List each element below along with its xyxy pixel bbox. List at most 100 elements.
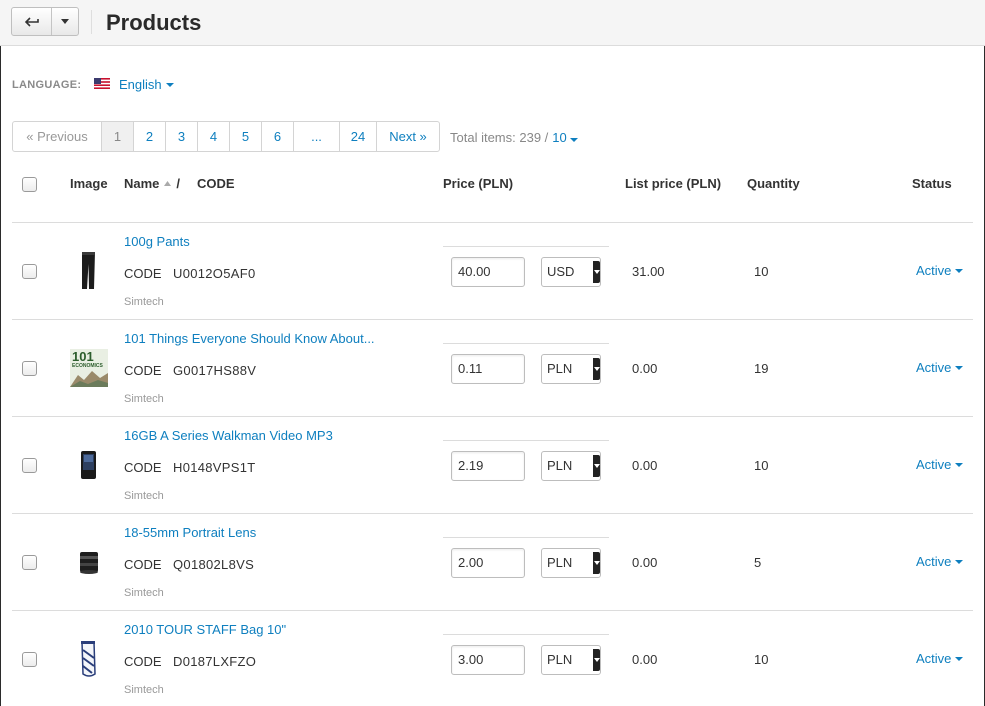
code-label: CODE [124,266,162,281]
chevron-down-icon [165,82,174,87]
code-label: CODE [124,363,162,378]
language-value: English [119,77,162,92]
toolbar-divider [91,10,92,34]
product-code: H0148VPS1T [173,460,256,475]
page-3[interactable]: 3 [165,122,197,151]
list-price: 0.00 [632,361,658,376]
status-dropdown[interactable]: Active [916,360,964,375]
price-divider [443,634,609,635]
top-toolbar: Products [0,0,985,46]
vendor-name: Simtech [124,393,164,405]
page-24[interactable]: 24 [339,122,376,151]
column-code[interactable]: CODE [197,176,235,191]
table-row: 100g Pants CODE U0012O5AF0 Simtech 40.00… [12,223,973,320]
product-code: Q01802L8VS [173,557,255,572]
price-input[interactable]: 3.00 [451,645,525,675]
page-1[interactable]: 1 [101,122,133,151]
product-name-link[interactable]: 2010 TOUR STAFF Bag 10" [124,622,286,637]
currency-value: USD [547,264,575,279]
back-button-group [11,7,79,36]
currency-select[interactable]: USD [541,257,601,287]
status-dropdown[interactable]: Active [916,457,964,472]
product-code: G0017HS88V [173,363,257,378]
status-label: Active [916,457,952,472]
product-image-walkman[interactable] [68,444,110,486]
per-page-dropdown[interactable]: 10 [552,130,579,145]
select-arrow-icon [593,649,600,671]
back-button[interactable] [12,8,52,35]
product-name-link[interactable]: 101 Things Everyone Should Know About... [124,331,375,346]
currency-select[interactable]: PLN [541,548,601,578]
table-row: 16GB A Series Walkman Video MP3 CODE H01… [12,417,973,514]
product-image-golf-bag[interactable] [68,638,110,680]
price-divider [443,440,609,441]
price-input[interactable]: 2.00 [451,548,525,578]
chevron-down-icon [955,268,964,273]
currency-select[interactable]: PLN [541,354,601,384]
product-name-link[interactable]: 100g Pants [124,234,190,249]
table-row: 18-55mm Portrait Lens CODE Q01802L8VS Si… [12,514,973,611]
previous-page-button[interactable]: « Previous [13,122,101,151]
book-title-text: 101 [72,349,94,364]
currency-value: PLN [547,652,573,667]
column-list-price[interactable]: List price (PLN) [625,176,721,191]
vendor-name: Simtech [124,490,164,502]
price-input[interactable]: 0.11 [451,354,525,384]
price-input[interactable]: 2.19 [451,451,525,481]
product-image-pants[interactable] [68,250,110,292]
vendor-name: Simtech [124,296,164,308]
page-2[interactable]: 2 [133,122,165,151]
select-all-checkbox[interactable] [22,177,37,192]
status-dropdown[interactable]: Active [916,554,964,569]
product-image-book[interactable]: 101 ECONOMICS [68,347,110,389]
code-label: CODE [124,557,162,572]
table-row: 2010 TOUR STAFF Bag 10" CODE D0187LXFZO … [12,611,973,706]
status-dropdown[interactable]: Active [916,263,964,278]
row-checkbox[interactable] [22,458,37,473]
column-price[interactable]: Price (PLN) [443,176,513,191]
page-4[interactable]: 4 [197,122,229,151]
list-price: 31.00 [632,264,665,279]
column-quantity[interactable]: Quantity [747,176,800,191]
quantity: 10 [754,458,769,473]
page-ellipsis[interactable]: ... [293,122,339,151]
pagination: « Previous 1 2 3 4 5 6 ... 24 Next » [12,121,440,152]
quantity: 10 [754,264,769,279]
chevron-down-icon [955,656,964,661]
currency-value: PLN [547,555,573,570]
total-items: Total items: 239 / 10 [450,130,579,145]
row-checkbox[interactable] [22,264,37,279]
price-input[interactable]: 40.00 [451,257,525,287]
chevron-down-icon [955,559,964,564]
quantity: 10 [754,652,769,667]
page-title: Products [106,10,202,35]
quantity: 5 [754,555,762,570]
row-checkbox[interactable] [22,555,37,570]
column-status[interactable]: Status [912,176,952,191]
select-arrow-icon [593,455,600,477]
total-items-label: Total items: 239 / [450,130,549,145]
next-page-button[interactable]: Next » [376,122,439,151]
column-name-sort[interactable]: Name / [124,176,180,191]
product-name-link[interactable]: 18-55mm Portrait Lens [124,525,256,540]
back-history-dropdown[interactable] [52,8,78,35]
chevron-down-icon [955,365,964,370]
product-name-link[interactable]: 16GB A Series Walkman Video MP3 [124,428,333,443]
page-6[interactable]: 6 [261,122,293,151]
currency-value: PLN [547,361,573,376]
language-dropdown[interactable]: English [119,77,174,92]
status-label: Active [916,651,952,666]
list-price: 0.00 [632,458,658,473]
product-image-lens[interactable] [68,541,110,583]
currency-select[interactable]: PLN [541,645,601,675]
currency-select[interactable]: PLN [541,451,601,481]
price-divider [443,343,609,344]
vendor-name: Simtech [124,587,164,599]
status-label: Active [916,554,952,569]
price-divider [443,537,609,538]
status-dropdown[interactable]: Active [916,651,964,666]
row-checkbox[interactable] [22,652,37,667]
row-checkbox[interactable] [22,361,37,376]
select-arrow-icon [593,261,600,283]
page-5[interactable]: 5 [229,122,261,151]
